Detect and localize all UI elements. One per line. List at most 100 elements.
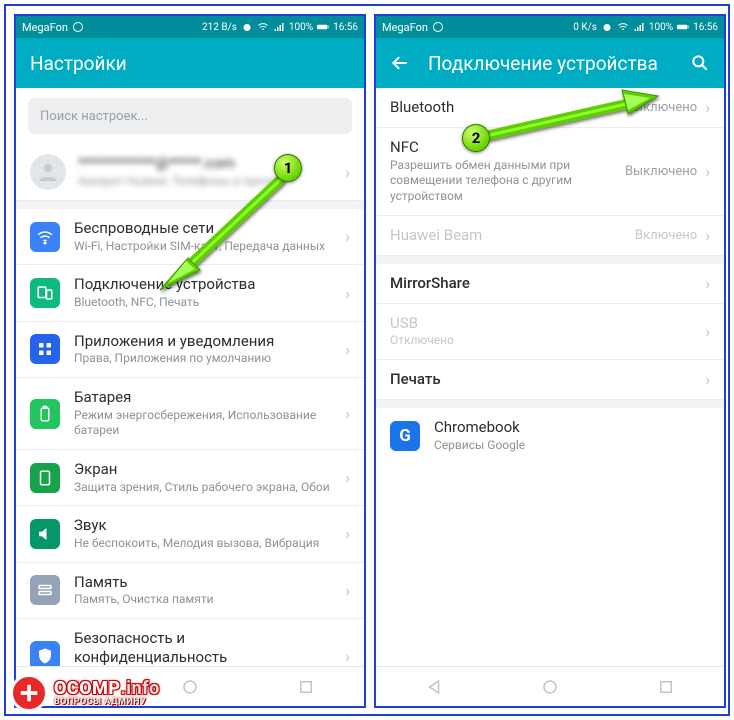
wifi-icon [617, 21, 629, 33]
account-sub: Аккаунт Huawei, Телефоны и прочее [78, 174, 339, 190]
row-sound[interactable]: Звук Не беспокоить, Мелодия вызова, Вибр… [16, 506, 364, 562]
battery-pct: 100% [649, 22, 673, 33]
chevron-right-icon: › [339, 163, 350, 182]
chevron-right-icon: › [339, 524, 350, 543]
search-input[interactable]: Поиск настроек... [28, 98, 352, 134]
row-title: Chromebook [434, 418, 710, 437]
clock: 16:56 [333, 22, 358, 33]
row-title: Bluetooth [390, 98, 625, 117]
section-gap [376, 400, 724, 408]
nav-home-icon[interactable] [181, 678, 199, 696]
annotation-badge-2: 2 [462, 124, 490, 152]
row-value: Включено [635, 228, 699, 243]
chevron-right-icon: › [339, 284, 350, 303]
display-icon [30, 463, 60, 493]
section-gap [16, 201, 364, 209]
row-display[interactable]: Экран Защита зрения, Стиль рабочего экра… [16, 450, 364, 506]
device-connection-header: Подключение устройства [376, 38, 724, 88]
row-sub: Режим энергосбережения, Использование ба… [74, 408, 339, 439]
chevron-right-icon: › [339, 468, 350, 487]
nav-recent-icon[interactable] [297, 678, 315, 696]
nav-home-icon[interactable] [541, 678, 559, 696]
apps-icon [30, 334, 60, 364]
row-value: Выключено [625, 100, 699, 115]
row-title: Звук [74, 516, 339, 535]
row-wireless[interactable]: Беспроводные сети Wi-Fi, Настройки SIM-к… [16, 209, 364, 265]
status-bar: MegaFon 212 B/s 100% 16:56 [16, 16, 364, 38]
row-usb: USB Отключено › [376, 304, 724, 360]
chevron-right-icon: › [699, 226, 710, 245]
row-title: Печать [390, 370, 699, 389]
search-button[interactable] [690, 53, 710, 73]
signal-icon [633, 21, 645, 33]
row-sub: Память, Очистка памяти [74, 592, 339, 608]
chevron-right-icon: › [699, 370, 710, 389]
account-row[interactable]: ************@*****.com Аккаунт Huawei, Т… [16, 144, 364, 201]
sound-icon [30, 519, 60, 549]
row-sub: Сервисы Google [434, 438, 710, 454]
row-title: Подключение устройства [74, 275, 339, 294]
row-nfc[interactable]: NFC Разрешить обмен данными при совмещен… [376, 128, 724, 216]
row-title: Huawei Beam [390, 226, 635, 245]
row-sub: Bluetooth, NFC, Печать [74, 295, 339, 311]
back-button[interactable] [390, 53, 410, 73]
net-speed: 212 B/s [202, 22, 237, 33]
chevron-right-icon: › [339, 340, 350, 359]
row-sub: Защита зрения, Стиль рабочего экрана, Об… [74, 480, 339, 496]
row-battery[interactable]: Батарея Режим энергосбережения, Использо… [16, 378, 364, 450]
row-apps[interactable]: Приложения и уведомления Права, Приложен… [16, 322, 364, 378]
annotation-badge-1: 1 [274, 154, 302, 182]
row-sub: Не беспокоить, Мелодия вызова, Вибрация [74, 536, 339, 552]
status-bar: MegaFon 0 K/s 100% 16:56 [376, 16, 724, 38]
carrier-icon [432, 21, 444, 33]
nav-bar [376, 666, 724, 706]
devices-icon [30, 278, 60, 308]
wifi-icon [257, 21, 269, 33]
row-title: USB [390, 314, 699, 333]
battery-tile-icon [30, 399, 60, 429]
row-value: Выключено [625, 164, 699, 179]
nav-back-icon[interactable] [425, 678, 443, 696]
row-title: Беспроводные сети [74, 219, 339, 238]
image-frame: MegaFon 212 B/s 100% 16:56 Настройки Пои… [4, 4, 730, 716]
row-title: Батарея [74, 388, 339, 407]
google-g-icon: G [390, 421, 420, 451]
nav-recent-icon[interactable] [657, 678, 675, 696]
battery-icon [677, 21, 689, 33]
row-device-connection[interactable]: Подключение устройства Bluetooth, NFC, П… [16, 265, 364, 321]
chevron-right-icon: › [699, 274, 710, 293]
chevron-right-icon: › [339, 227, 350, 246]
row-bluetooth[interactable]: Bluetooth Выключено › [376, 88, 724, 128]
row-huawei-beam: Huawei Beam Включено › [376, 216, 724, 256]
row-title: NFC [390, 138, 625, 157]
row-title: Экран [74, 460, 339, 479]
chevron-right-icon: › [699, 162, 710, 181]
clock: 16:56 [693, 22, 718, 33]
chevron-right-icon: › [339, 581, 350, 600]
row-sub: Разрешить обмен данными при совмещении т… [390, 158, 625, 205]
section-gap [376, 256, 724, 264]
row-sub: Wi-Fi, Настройки SIM-карт, Передача данн… [74, 239, 339, 255]
battery-icon [317, 21, 329, 33]
chevron-right-icon: › [339, 647, 350, 666]
row-chromebook[interactable]: G Chromebook Сервисы Google [376, 408, 724, 463]
row-mirrorshare[interactable]: MirrorShare › [376, 264, 724, 304]
carrier-icon [72, 21, 84, 33]
carrier-label: MegaFon [22, 21, 68, 34]
row-print[interactable]: Печать › [376, 360, 724, 400]
row-storage[interactable]: Память Память, Очистка памяти › [16, 563, 364, 619]
phone-right: MegaFon 0 K/s 100% 16:56 Подключение уст… [374, 14, 726, 708]
nav-bar [16, 666, 364, 706]
row-title: Приложения и уведомления [74, 332, 339, 351]
storage-icon [30, 575, 60, 605]
settings-title: Настройки [30, 52, 350, 75]
wifi-tile-icon [30, 222, 60, 252]
phone-left: MegaFon 212 B/s 100% 16:56 Настройки Пои… [14, 14, 366, 708]
row-sub: Права, Приложения по умолчанию [74, 351, 339, 367]
nav-back-icon[interactable] [65, 678, 83, 696]
row-title: Безопасность и конфиденциальность [74, 629, 339, 667]
alarm-icon [601, 21, 613, 33]
header-title: Подключение устройства [428, 52, 672, 75]
net-speed: 0 K/s [573, 22, 597, 33]
alarm-icon [241, 21, 253, 33]
